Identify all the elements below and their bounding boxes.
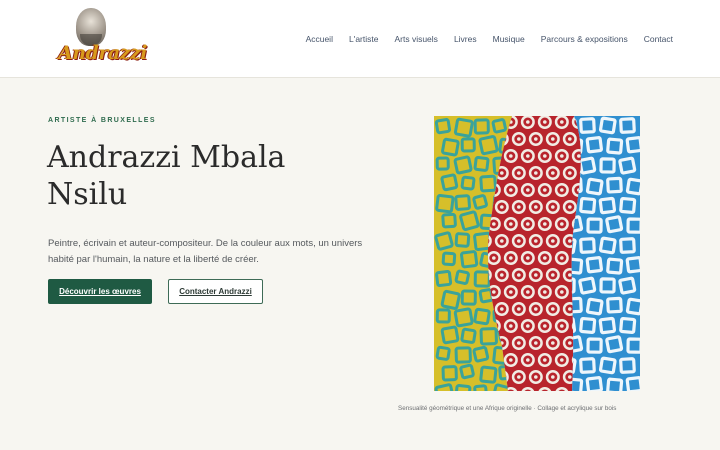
- artwork-painting: [434, 116, 640, 391]
- contact-artist-button[interactable]: Contacter Andrazzi: [168, 279, 263, 304]
- hero-section: ARTISTE À BRUXELLES Andrazzi Mbala Nsilu…: [0, 79, 720, 450]
- nav-accueil[interactable]: Accueil: [306, 34, 333, 44]
- hero-lead: Peintre, écrivain et auteur-compositeur.…: [48, 238, 363, 265]
- artwork-caption: Sensualité géométrique et une Afrique or…: [398, 405, 617, 412]
- logo-wordmark: Andrazzi: [58, 42, 147, 64]
- nav-artiste[interactable]: L'artiste: [349, 34, 379, 44]
- hero-eyebrow: ARTISTE À BRUXELLES: [48, 117, 156, 124]
- featured-artwork[interactable]: [434, 116, 640, 391]
- discover-works-button[interactable]: Découvrir les œuvres: [48, 279, 152, 304]
- nav-parcours-expositions[interactable]: Parcours & expositions: [541, 34, 628, 44]
- nav-contact[interactable]: Contact: [644, 34, 673, 44]
- artist-portrait-icon: [76, 8, 106, 46]
- hero-title: Andrazzi Mbala Nsilu: [47, 140, 286, 212]
- main-navigation: Accueil L'artiste Arts visuels Livres Mu…: [306, 34, 673, 44]
- site-header: Andrazzi Accueil L'artiste Arts visuels …: [0, 0, 720, 78]
- nav-arts-visuels[interactable]: Arts visuels: [394, 34, 437, 44]
- nav-livres[interactable]: Livres: [454, 34, 477, 44]
- site-logo[interactable]: Andrazzi: [58, 6, 147, 66]
- nav-musique[interactable]: Musique: [493, 34, 525, 44]
